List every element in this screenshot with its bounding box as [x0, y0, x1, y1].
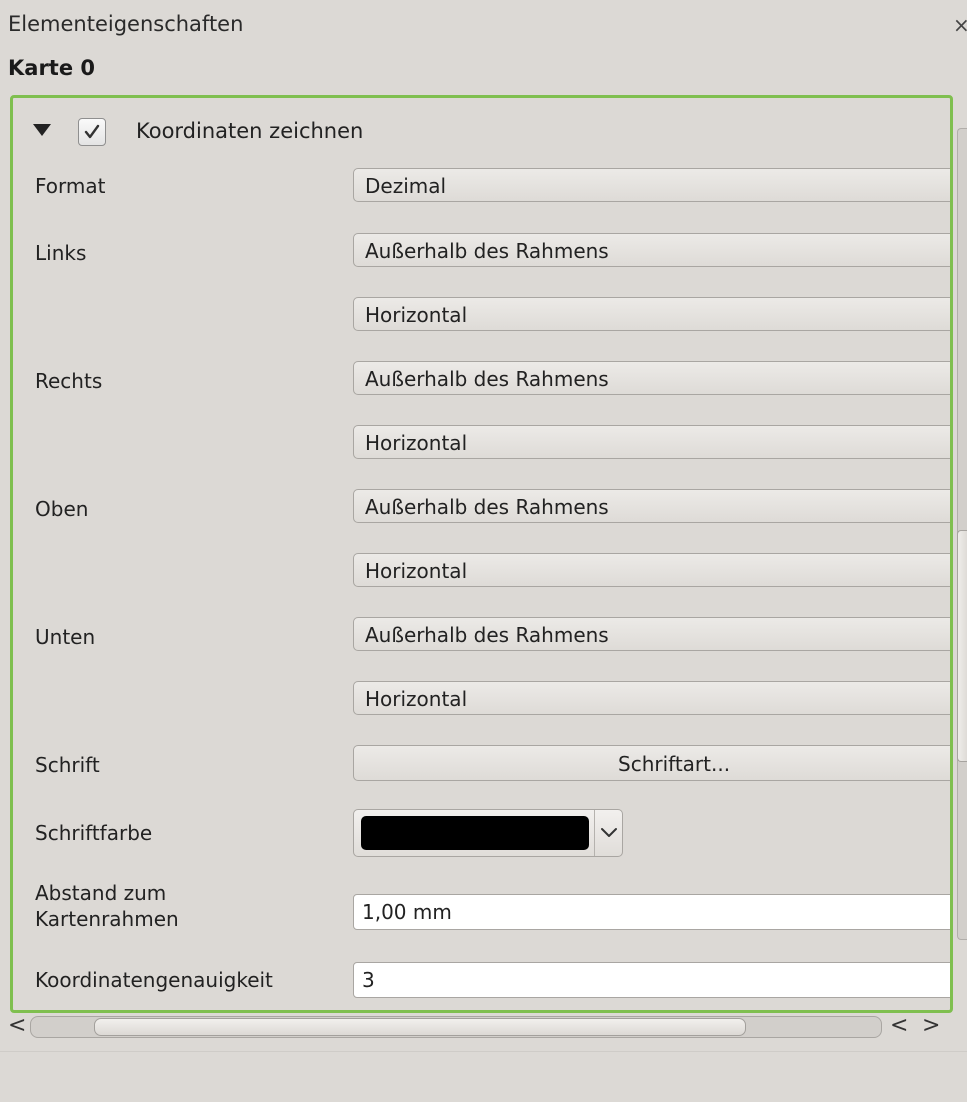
left-position-value: Außerhalb des Rahmens — [365, 239, 609, 263]
collapse-triangle-icon[interactable] — [33, 124, 51, 136]
right-position-combobox[interactable]: Außerhalb des Rahmens — [353, 361, 950, 395]
format-value: Dezimal — [365, 174, 447, 198]
checkmark-icon — [84, 124, 100, 139]
scroll-left-icon[interactable]: < — [8, 1013, 26, 1038]
precision-label: Koordinatengenauigkeit — [35, 968, 273, 992]
horizontal-scrollbar-thumb[interactable] — [94, 1018, 746, 1036]
format-label: Format — [35, 174, 106, 198]
right-direction-combobox[interactable]: Horizontal — [353, 425, 950, 459]
close-icon[interactable]: × — [953, 13, 967, 37]
bottom-bar — [0, 1051, 967, 1102]
dock-title: Elementeigenschaften — [8, 12, 244, 36]
right-direction-value: Horizontal — [365, 431, 468, 455]
bottom-direction-combobox[interactable]: Horizontal — [353, 681, 950, 715]
precision-spinbox[interactable] — [362, 968, 942, 992]
distance-label-line2: Kartenrahmen — [35, 907, 179, 931]
distance-label: Abstand zum Kartenrahmen — [35, 880, 179, 932]
top-position-value: Außerhalb des Rahmens — [365, 495, 609, 519]
horizontal-scrollbar[interactable]: < < > — [0, 1013, 967, 1043]
distance-input[interactable] — [362, 900, 942, 924]
draw-coordinates-checkbox[interactable] — [78, 118, 106, 146]
vertical-scrollbar[interactable] — [953, 100, 967, 1005]
font-color-label: Schriftfarbe — [35, 821, 153, 845]
distance-label-line1: Abstand zum — [35, 881, 167, 905]
font-button[interactable]: Schriftart... — [353, 745, 950, 781]
bottom-label: Unten — [35, 625, 96, 649]
font-color-swatch — [361, 816, 589, 850]
top-label: Oben — [35, 497, 89, 521]
font-label: Schrift — [35, 753, 100, 777]
right-position-value: Außerhalb des Rahmens — [365, 367, 609, 391]
left-position-combobox[interactable]: Außerhalb des Rahmens — [353, 233, 950, 267]
coordinates-group-panel: Koordinaten zeichnen Format Dezimal Link… — [10, 95, 953, 1013]
left-label: Links — [35, 241, 87, 265]
top-direction-value: Horizontal — [365, 559, 468, 583]
top-position-combobox[interactable]: Außerhalb des Rahmens — [353, 489, 950, 523]
format-combobox[interactable]: Dezimal — [353, 168, 950, 202]
scroll-prev-icon[interactable]: < — [890, 1013, 908, 1038]
chevron-down-icon — [601, 828, 617, 837]
precision-input-box[interactable] — [353, 962, 950, 998]
right-label: Rechts — [35, 369, 103, 393]
font-button-label: Schriftart... — [618, 752, 731, 776]
group-header: Koordinaten zeichnen — [33, 118, 533, 148]
item-title: Karte 0 — [8, 56, 96, 80]
dock-titlebar: Elementeigenschaften × — [0, 0, 967, 44]
vertical-scrollbar-thumb[interactable] — [957, 530, 967, 762]
bottom-position-combobox[interactable]: Außerhalb des Rahmens — [353, 617, 950, 651]
left-direction-value: Horizontal — [365, 303, 468, 327]
left-direction-combobox[interactable]: Horizontal — [353, 297, 950, 331]
horizontal-scrollbar-track[interactable] — [30, 1016, 882, 1038]
top-direction-combobox[interactable]: Horizontal — [353, 553, 950, 587]
distance-input-box[interactable] — [353, 894, 950, 930]
scroll-next-icon[interactable]: > — [922, 1013, 940, 1038]
bottom-position-value: Außerhalb des Rahmens — [365, 623, 609, 647]
group-label: Koordinaten zeichnen — [136, 119, 364, 143]
bottom-direction-value: Horizontal — [365, 687, 468, 711]
font-color-button[interactable] — [353, 809, 623, 857]
color-dropdown[interactable] — [594, 810, 623, 856]
